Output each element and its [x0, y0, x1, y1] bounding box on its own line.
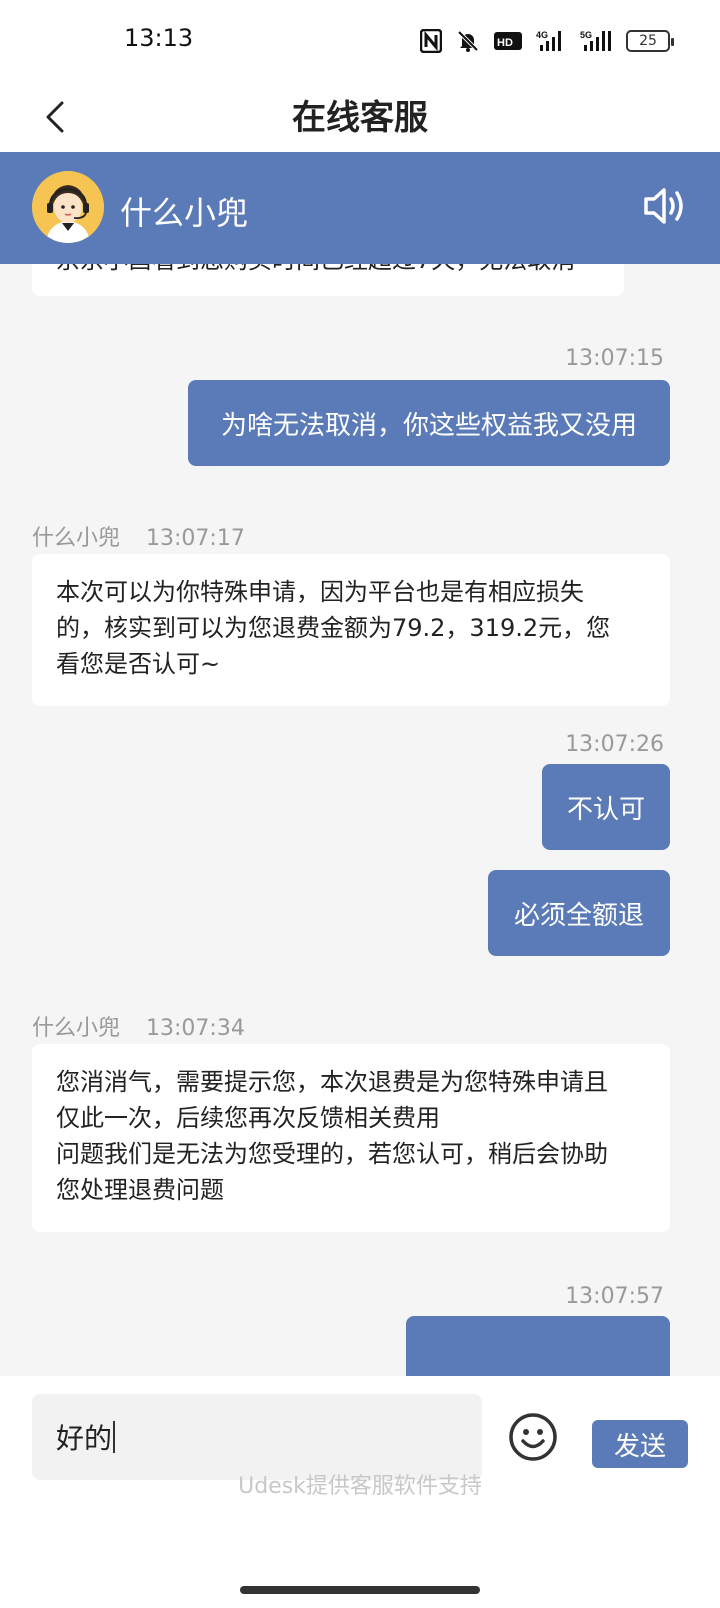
message-outgoing: 为啥无法取消，你这些权益我又没用: [188, 380, 670, 466]
sender-name: 什么小兜: [32, 1016, 121, 1041]
message-text: 必须全额退: [513, 900, 644, 931]
svg-text:4G: 4G: [536, 30, 548, 40]
message-meta: 什么小兜 13:07:34: [32, 1010, 245, 1042]
message-line: 问题我们是无法为您受理的，若您认可，稍后会协助: [56, 1140, 608, 1168]
home-indicator[interactable]: [240, 1586, 480, 1594]
message-line: 您处理退费问题: [56, 1176, 224, 1204]
message-meta: 什么小兜 13:07:17: [32, 520, 245, 552]
page-title: 在线客服: [292, 98, 428, 138]
agent-name: 什么小兜: [120, 194, 249, 232]
mute-icon: [456, 28, 480, 54]
message-time: 13:07:57: [565, 1284, 664, 1309]
message-line: 仅此一次，后续您再次反馈相关费用: [56, 1104, 440, 1132]
message-time: 13:07:34: [146, 1016, 245, 1041]
agent-avatar: [32, 171, 104, 243]
powered-by-text: Udesk提供客服软件支持: [238, 1474, 482, 1499]
message-outgoing: 必须全额退: [488, 870, 670, 956]
smiley-icon: [509, 1413, 557, 1461]
message-text: 京京小酉看到您购买时间已经超过7天，无法取消: [56, 264, 600, 278]
message-outgoing: [406, 1316, 670, 1376]
message-line: 看您是否认可~: [56, 650, 221, 678]
status-icons: HD 4G 5G 25: [420, 26, 674, 56]
message-outgoing: 不认可: [542, 764, 670, 850]
message-time: 13:07:15: [565, 346, 664, 371]
status-bar: 13:13 HD 4G 5G 25: [0, 0, 720, 82]
chat-area[interactable]: 京京小酉看到您购买时间已经超过7天，无法取消 13:07:15 为啥无法取消，你…: [0, 264, 720, 1376]
speaker-icon: [644, 188, 683, 224]
message-line: 的，核实到可以为您退费金额为79.2，319.2元，您: [56, 614, 611, 642]
speaker-button[interactable]: [642, 184, 690, 228]
message-line: 您消消气，需要提示您，本次退费是为您特殊申请且: [56, 1068, 608, 1096]
message-time: 13:07:17: [146, 526, 245, 551]
battery-icon: 25: [626, 30, 674, 52]
title-bar: 在线客服: [0, 82, 720, 152]
emoji-button[interactable]: [508, 1412, 558, 1462]
input-bar: 好的 发送 Udesk提供客服软件支持: [0, 1376, 720, 1608]
message-text: 不认可: [566, 794, 645, 825]
status-time: 13:13: [124, 24, 194, 52]
svg-text:5G: 5G: [580, 30, 592, 40]
4g-signal-icon: 4G: [536, 28, 566, 54]
message-incoming: 您消消气，需要提示您，本次退费是为您特殊申请且 仅此一次，后续您再次反馈相关费用…: [32, 1044, 670, 1232]
hd-icon: HD: [494, 28, 522, 54]
message-incoming: 本次可以为你特殊申请，因为平台也是有相应损失 的，核实到可以为您退费金额为79.…: [32, 554, 670, 706]
5g-signal-icon: 5G: [580, 28, 612, 54]
sender-name: 什么小兜: [32, 526, 121, 551]
message-line: 本次可以为你特殊申请，因为平台也是有相应损失: [56, 578, 584, 606]
text-caret: [113, 1421, 116, 1453]
agent-header: 什么小兜: [0, 152, 720, 264]
message-incoming: 京京小酉看到您购买时间已经超过7天，无法取消: [32, 264, 624, 296]
message-time: 13:07:26: [565, 732, 664, 757]
message-text: 为啥无法取消，你这些权益我又没用: [220, 410, 637, 441]
send-button[interactable]: 发送: [592, 1420, 688, 1468]
message-input-value: 好的: [56, 1422, 113, 1455]
nfc-icon: [420, 28, 442, 54]
svg-text:HD: HD: [497, 37, 513, 49]
